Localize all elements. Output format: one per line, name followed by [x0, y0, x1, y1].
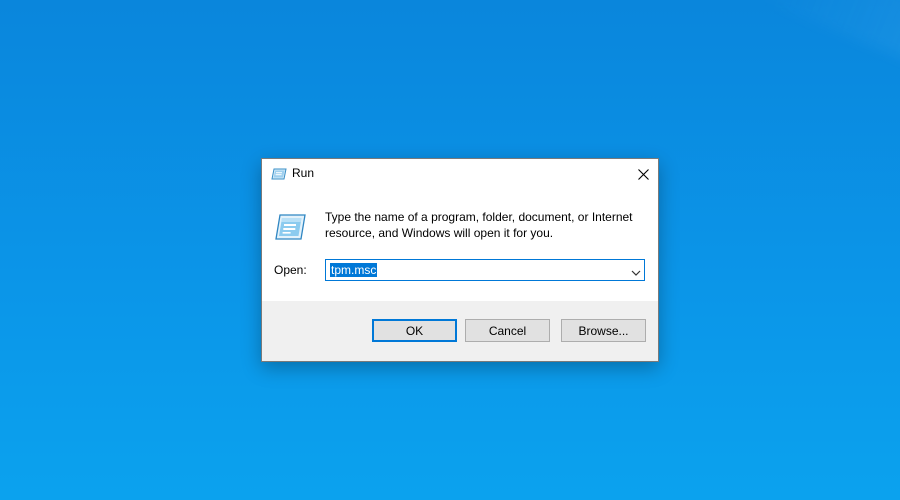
close-icon [637, 168, 649, 180]
browse-button[interactable]: Browse... [561, 319, 646, 342]
run-program-icon [274, 212, 306, 242]
dialog-titlebar[interactable]: Run [262, 159, 658, 189]
ok-button[interactable]: OK [372, 319, 457, 342]
dialog-body: Type the name of a program, folder, docu… [262, 189, 658, 303]
close-button[interactable] [628, 159, 658, 189]
dialog-title: Run [292, 166, 315, 180]
dialog-button-bar: OK Cancel Browse... [262, 301, 658, 361]
open-label: Open: [274, 263, 307, 277]
cancel-button[interactable]: Cancel [465, 319, 550, 342]
chevron-down-icon[interactable] [631, 265, 641, 276]
open-combobox[interactable]: tpm.msc [325, 259, 645, 281]
run-dialog: Run Type the name of a program, folder, … [261, 158, 659, 362]
run-icon [271, 167, 287, 181]
open-input-value[interactable]: tpm.msc [330, 263, 378, 277]
wallpaper-glow [758, 0, 900, 97]
dialog-description: Type the name of a program, folder, docu… [325, 210, 633, 240]
